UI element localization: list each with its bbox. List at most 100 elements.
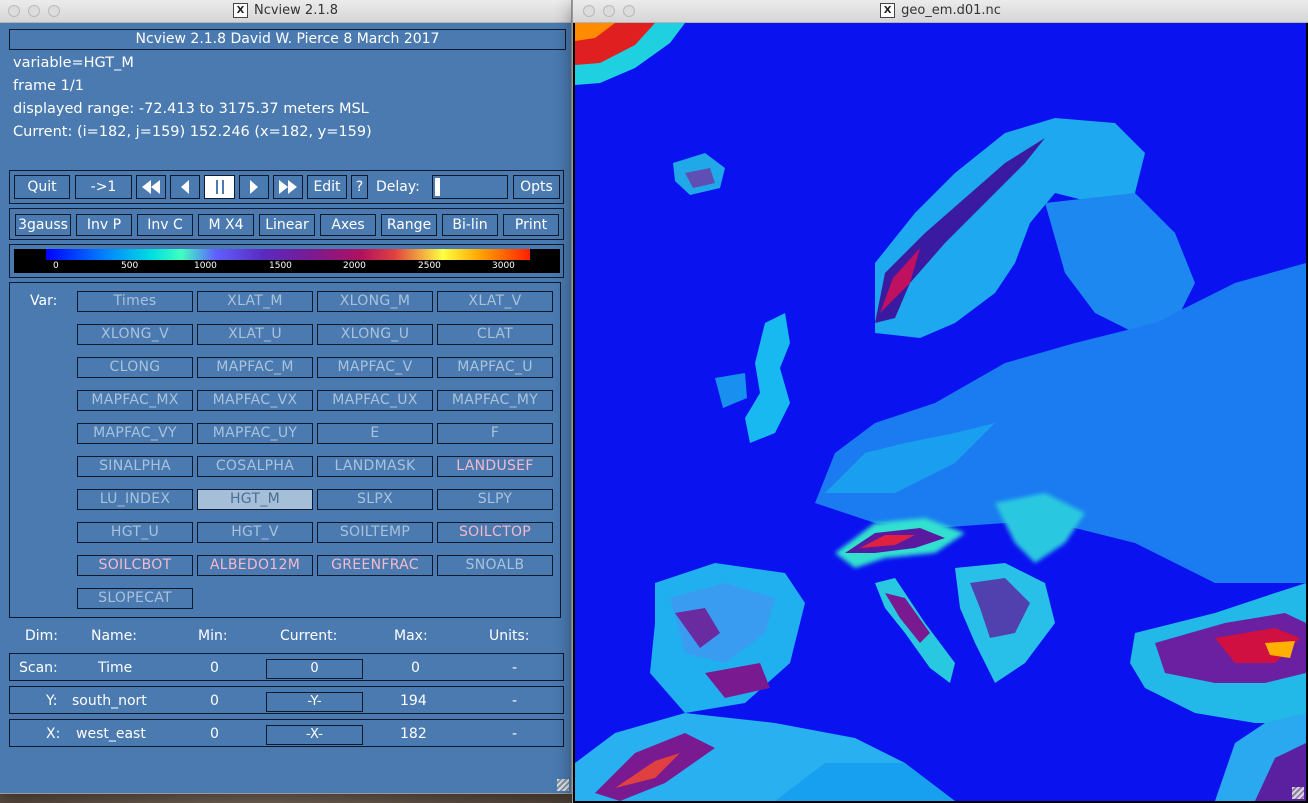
range-button[interactable]: Range	[381, 214, 437, 236]
delay-slider[interactable]	[432, 175, 508, 199]
var-button-xlong-u[interactable]: XLONG_U	[317, 324, 433, 345]
var-button-mapfac-v[interactable]: MAPFAC_V	[317, 357, 433, 378]
var-button-times[interactable]: Times	[77, 291, 193, 312]
print-button[interactable]: Print	[503, 214, 559, 236]
ncview-panel: Ncview 2.1.8 David W. Pierce 8 March 201…	[0, 23, 571, 793]
dim-label: X:	[46, 726, 61, 742]
colorbar-tick: 0	[53, 261, 59, 271]
var-button-landusef[interactable]: LANDUSEF	[437, 456, 553, 477]
var-button-xlong-m[interactable]: XLONG_M	[317, 291, 433, 312]
invert-physical-button[interactable]: Inv P	[76, 214, 132, 236]
bilinear-button[interactable]: Bi-lin	[442, 214, 498, 236]
var-button-mapfac-mx[interactable]: MAPFAC_MX	[77, 390, 193, 411]
var-button-soiltemp[interactable]: SOILTEMP	[317, 522, 433, 543]
colorbar-tick: 3000	[492, 261, 515, 271]
help-button[interactable]: ?	[351, 175, 368, 199]
step-forward-button[interactable]	[239, 175, 269, 199]
var-button-mapfac-my[interactable]: MAPFAC_MY	[437, 390, 553, 411]
var-button-greenfrac[interactable]: GREENFRAC	[317, 555, 433, 576]
colorbar-tick: 2500	[418, 261, 441, 271]
reset-frame-button[interactable]: ->1	[75, 175, 132, 199]
var-button-cosalpha[interactable]: COSALPHA	[197, 456, 313, 477]
var-button-lu-index[interactable]: LU_INDEX	[77, 489, 193, 510]
dim-min: 0	[210, 726, 219, 742]
colorbar-gradient	[46, 249, 530, 260]
dim-max: 194	[400, 693, 427, 709]
var-button-slpx[interactable]: SLPX	[317, 489, 433, 510]
dim-current-button[interactable]: 0	[266, 659, 363, 679]
fast-forward-icon	[279, 180, 297, 194]
step-backward-button[interactable]	[170, 175, 200, 199]
x11-icon: X	[232, 3, 248, 18]
opts-button[interactable]: Opts	[513, 175, 560, 199]
var-button-xlat-u[interactable]: XLAT_U	[197, 324, 313, 345]
x11-icon: X	[880, 3, 896, 18]
invert-colormap-button[interactable]: Inv C	[137, 214, 193, 236]
range-info: displayed range: -72.413 to 3175.37 mete…	[13, 101, 369, 117]
var-button-xlong-v[interactable]: XLONG_V	[77, 324, 193, 345]
playback-controls: Quit ->1 Edit ? Delay: Opts	[9, 170, 564, 204]
var-button-hgt-u[interactable]: HGT_U	[77, 522, 193, 543]
resize-grip-icon[interactable]	[557, 779, 569, 791]
var-button-e[interactable]: E	[317, 423, 433, 444]
colormap-3gauss-button[interactable]: 3gauss	[15, 214, 71, 236]
resize-grip-icon[interactable]	[1292, 787, 1304, 799]
var-button-mapfac-uy[interactable]: MAPFAC_UY	[197, 423, 313, 444]
frame-info: frame 1/1	[13, 78, 84, 94]
var-button-hgt-m[interactable]: HGT_M	[197, 489, 313, 510]
var-button-soilcbot[interactable]: SOILCBOT	[77, 555, 193, 576]
var-button-landmask[interactable]: LANDMASK	[317, 456, 433, 477]
max-header: Max:	[394, 628, 428, 644]
map-window: Xgeo_em.d01.nc	[573, 0, 1308, 803]
map-titlebar[interactable]: Xgeo_em.d01.nc	[573, 0, 1308, 23]
var-button-xlat-m[interactable]: XLAT_M	[197, 291, 313, 312]
display-options: 3gauss Inv P Inv C M X4 Linear Axes Rang…	[9, 208, 564, 240]
dim-units: -	[512, 726, 518, 742]
dim-name: west_east	[76, 726, 146, 742]
step-forward-icon	[250, 180, 258, 194]
var-button-slpy[interactable]: SLPY	[437, 489, 553, 510]
min-header: Min:	[198, 628, 228, 644]
window-title: Ncview 2.1.8	[253, 3, 339, 18]
colorbar-tick: 1500	[269, 261, 292, 271]
dim-header: Dim:	[25, 628, 59, 644]
var-button-clong[interactable]: CLONG	[77, 357, 193, 378]
var-button-mapfac-ux[interactable]: MAPFAC_UX	[317, 390, 433, 411]
dim-current-button[interactable]: -X-	[266, 725, 363, 745]
var-button-sinalpha[interactable]: SINALPHA	[77, 456, 193, 477]
var-button-slopecat[interactable]: SLOPECAT	[77, 588, 193, 609]
edit-button[interactable]: Edit	[307, 175, 347, 199]
variable-info: variable=HGT_M	[13, 55, 134, 71]
var-button-xlat-v[interactable]: XLAT_V	[437, 291, 553, 312]
window-title: geo_em.d01.nc	[901, 3, 1001, 18]
dim-min: 0	[210, 693, 219, 709]
var-button-snoalb[interactable]: SNOALB	[437, 555, 553, 576]
units-header: Units:	[489, 628, 530, 644]
var-button-mapfac-vx[interactable]: MAPFAC_VX	[197, 390, 313, 411]
quit-button[interactable]: Quit	[14, 175, 70, 199]
step-backward-icon	[181, 180, 189, 194]
axes-button[interactable]: Axes	[320, 214, 376, 236]
fast-backward-button[interactable]	[136, 175, 166, 199]
dim-units: -	[512, 660, 518, 676]
var-button-clat[interactable]: CLAT	[437, 324, 553, 345]
magnify-button[interactable]: M X4	[198, 214, 254, 236]
ncview-window: X Ncview 2.1.8 Ncview 2.1.8 David W. Pier…	[0, 0, 571, 793]
var-button-mapfac-vy[interactable]: MAPFAC_VY	[77, 423, 193, 444]
colorbar: 0 500 1000 1500 2000 2500 3000	[14, 249, 560, 273]
linear-scale-button[interactable]: Linear	[259, 214, 315, 236]
delay-slider-thumb[interactable]	[435, 178, 440, 196]
colorbar-tick: 500	[121, 261, 139, 271]
var-button-mapfac-m[interactable]: MAPFAC_M	[197, 357, 313, 378]
pause-button[interactable]	[204, 175, 235, 199]
var-button-mapfac-u[interactable]: MAPFAC_U	[437, 357, 553, 378]
delay-label: Delay:	[376, 179, 420, 195]
var-button-albedo12m[interactable]: ALBEDO12M	[197, 555, 313, 576]
dim-current-button[interactable]: -Y-	[266, 692, 363, 712]
var-button-hgt-v[interactable]: HGT_V	[197, 522, 313, 543]
ncview-titlebar[interactable]: X Ncview 2.1.8	[0, 0, 571, 23]
var-button-soilctop[interactable]: SOILCTOP	[437, 522, 553, 543]
fast-forward-button[interactable]	[273, 175, 303, 199]
elevation-map[interactable]	[575, 23, 1306, 801]
var-button-f[interactable]: F	[437, 423, 553, 444]
